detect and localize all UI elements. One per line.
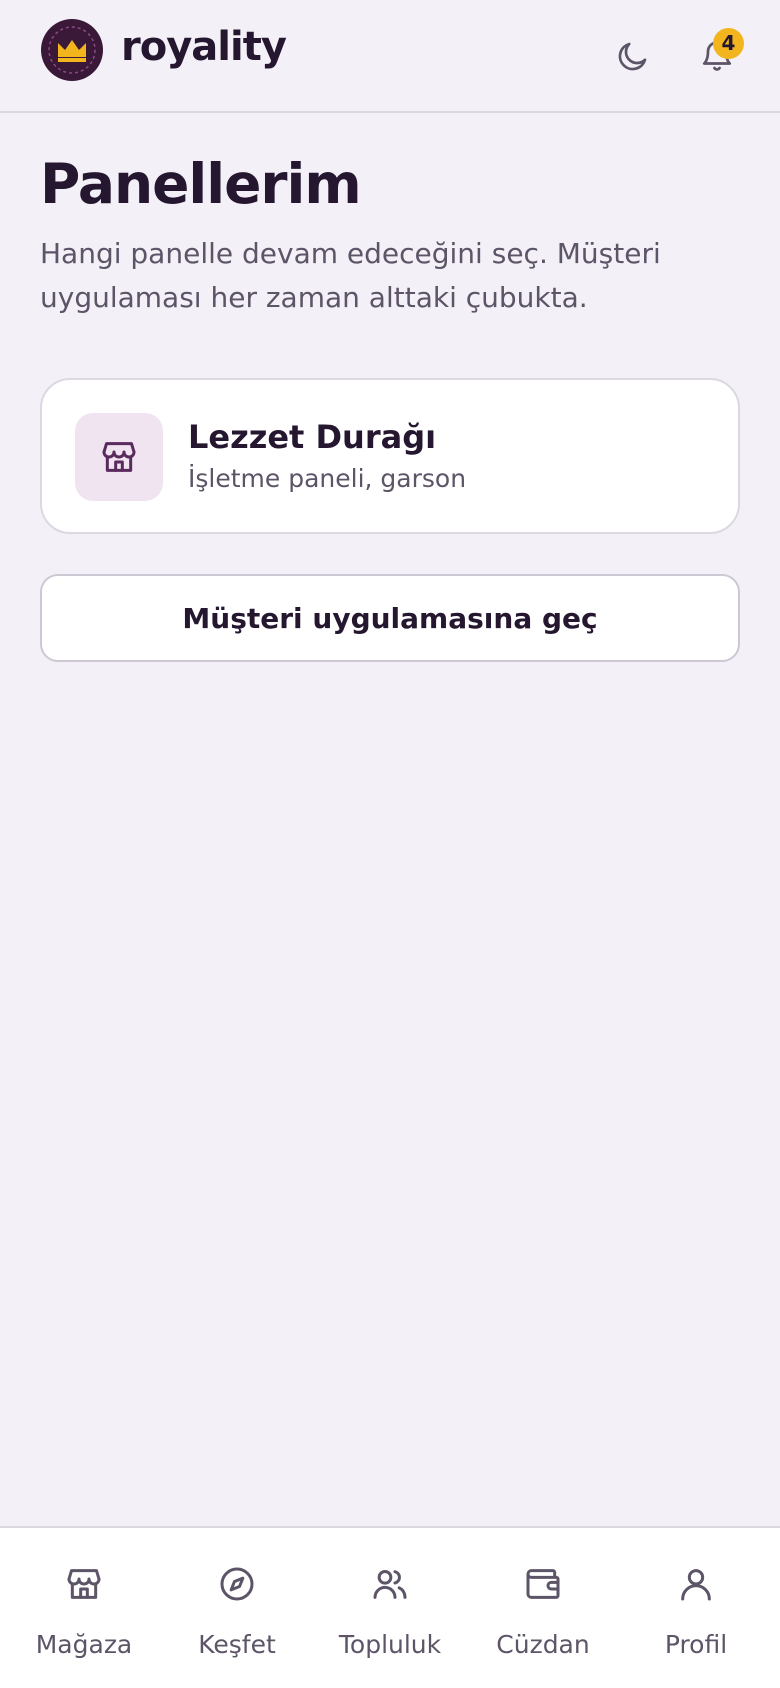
- top-header: royality 4: [0, 0, 780, 113]
- panel-card-lezzet-duragi[interactable]: Lezzet Durağı İşletme paneli, garson: [40, 378, 740, 534]
- nav-item-profil[interactable]: Profil: [618, 1528, 774, 1688]
- nav-label: Mağaza: [35, 1630, 133, 1659]
- nav-item-cuzdan[interactable]: Cüzdan: [465, 1528, 621, 1688]
- store-icon: [62, 1562, 106, 1606]
- crown-icon[interactable]: [41, 19, 103, 81]
- panel-name: Lezzet Durağı: [188, 418, 437, 456]
- brand-name: royality: [121, 24, 287, 70]
- page-description: Hangi panelle devam edeceğini seç. Müşte…: [40, 237, 661, 314]
- user-icon: [674, 1562, 718, 1606]
- nav-label: Topluluk: [338, 1630, 442, 1659]
- bottom-nav: Mağaza Keşfet Topluluk Cüzdan Profil: [0, 1526, 780, 1688]
- nav-item-magaza[interactable]: Mağaza: [6, 1528, 162, 1688]
- store-icon: [75, 413, 163, 501]
- panel-subtitle: İşletme paneli, garson: [188, 464, 467, 493]
- compass-icon: [215, 1562, 259, 1606]
- nav-label: Cüzdan: [496, 1630, 590, 1659]
- moon-icon: [618, 42, 647, 71]
- wallet-icon: [521, 1562, 565, 1606]
- nav-item-topluluk[interactable]: Topluluk: [312, 1528, 468, 1688]
- notification-count-badge: 4: [713, 28, 744, 59]
- switch-to-customer-app-button[interactable]: Müşteri uygulamasına geç: [40, 574, 740, 662]
- page-title: Panellerim: [40, 152, 362, 216]
- nav-label: Profil: [664, 1630, 728, 1659]
- theme-toggle-button[interactable]: [605, 28, 661, 84]
- users-icon: [368, 1562, 412, 1606]
- nav-label: Keşfet: [198, 1630, 276, 1659]
- app-root: royality 4 Panellerim Hangi panelle deva…: [0, 0, 780, 1688]
- nav-item-kesfet[interactable]: Keşfet: [159, 1528, 315, 1688]
